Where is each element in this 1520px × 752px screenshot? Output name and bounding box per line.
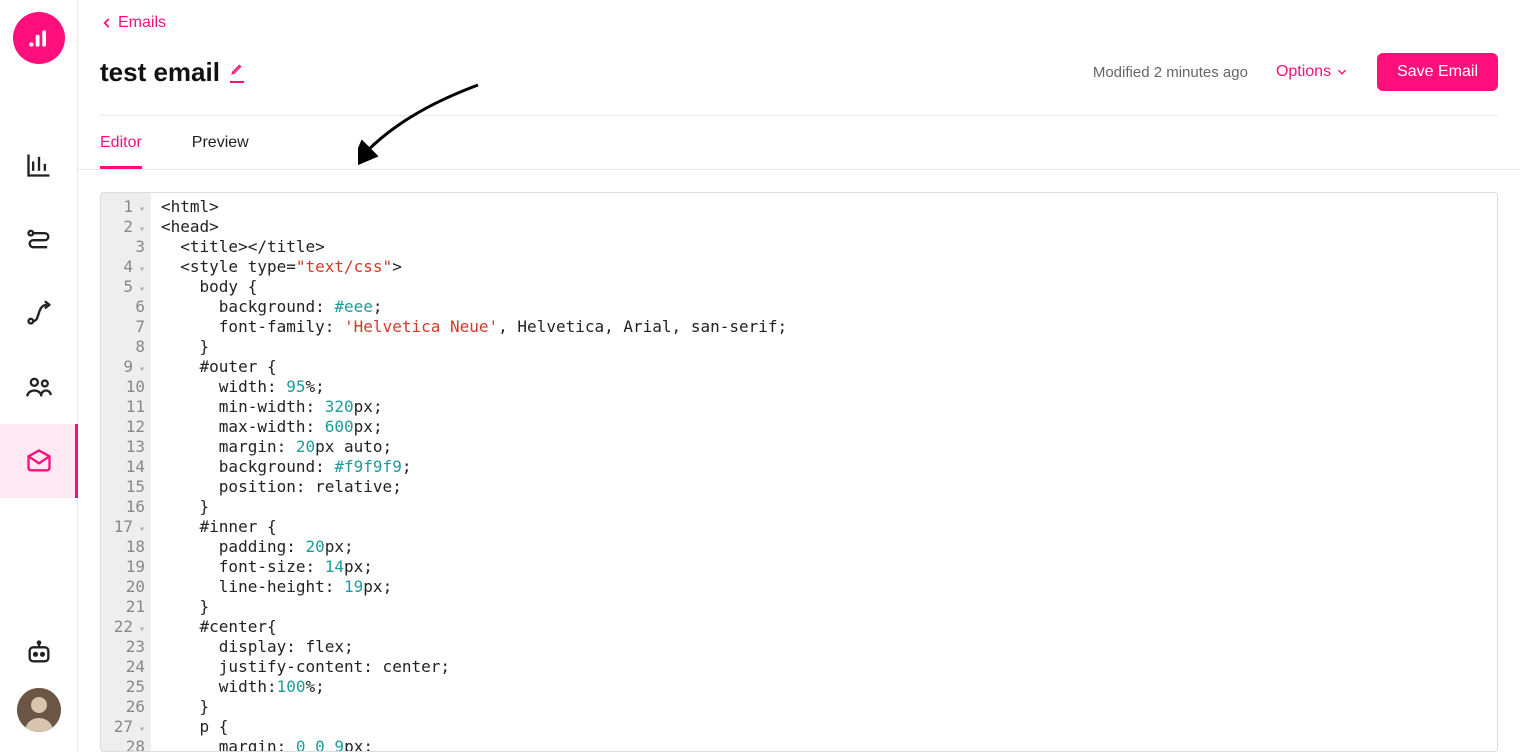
breadcrumb-back[interactable]: Emails <box>100 14 166 32</box>
avatar-placeholder-icon <box>17 688 61 732</box>
chevron-left-icon <box>100 16 114 30</box>
sidebar-item-emails[interactable] <box>0 424 78 498</box>
edit-title-button[interactable] <box>230 62 244 83</box>
page-header: Emails test email Modified 2 minutes ago… <box>78 0 1520 116</box>
breadcrumb-label: Emails <box>118 14 166 32</box>
mail-icon <box>25 447 53 475</box>
code-body[interactable]: <html><head> <title></title> <style type… <box>151 193 1497 751</box>
bot-icon <box>25 638 53 666</box>
tab-editor[interactable]: Editor <box>100 116 142 169</box>
sidebar-item-audience[interactable] <box>0 350 78 424</box>
people-icon <box>25 373 53 401</box>
save-email-button[interactable]: Save Email <box>1377 53 1498 91</box>
line-gutter: 1234567891011121314151617181920212223242… <box>101 193 151 751</box>
modified-timestamp: Modified 2 minutes ago <box>1093 64 1248 81</box>
user-avatar[interactable] <box>17 688 61 732</box>
sidebar-item-bot[interactable] <box>0 638 78 666</box>
editor-area: 1234567891011121314151617181920212223242… <box>78 170 1520 752</box>
sidebar-item-flows[interactable] <box>0 202 78 276</box>
options-dropdown[interactable]: Options <box>1276 63 1349 81</box>
route-icon <box>25 299 53 327</box>
sidebar-item-analytics[interactable] <box>0 128 78 202</box>
page-title: test email <box>100 57 220 88</box>
sidebar <box>0 0 78 752</box>
bars-icon <box>26 25 52 51</box>
tab-preview[interactable]: Preview <box>192 116 249 169</box>
code-editor[interactable]: 1234567891011121314151617181920212223242… <box>100 192 1498 752</box>
sidebar-item-journeys[interactable] <box>0 276 78 350</box>
chart-icon <box>25 151 53 179</box>
main-content: Emails test email Modified 2 minutes ago… <box>78 0 1520 752</box>
chevron-down-icon <box>1335 65 1349 79</box>
app-logo[interactable] <box>13 12 65 64</box>
tab-bar: Editor Preview <box>78 116 1520 170</box>
pencil-icon <box>230 62 244 76</box>
options-label: Options <box>1276 63 1331 81</box>
flow-icon <box>25 225 53 253</box>
